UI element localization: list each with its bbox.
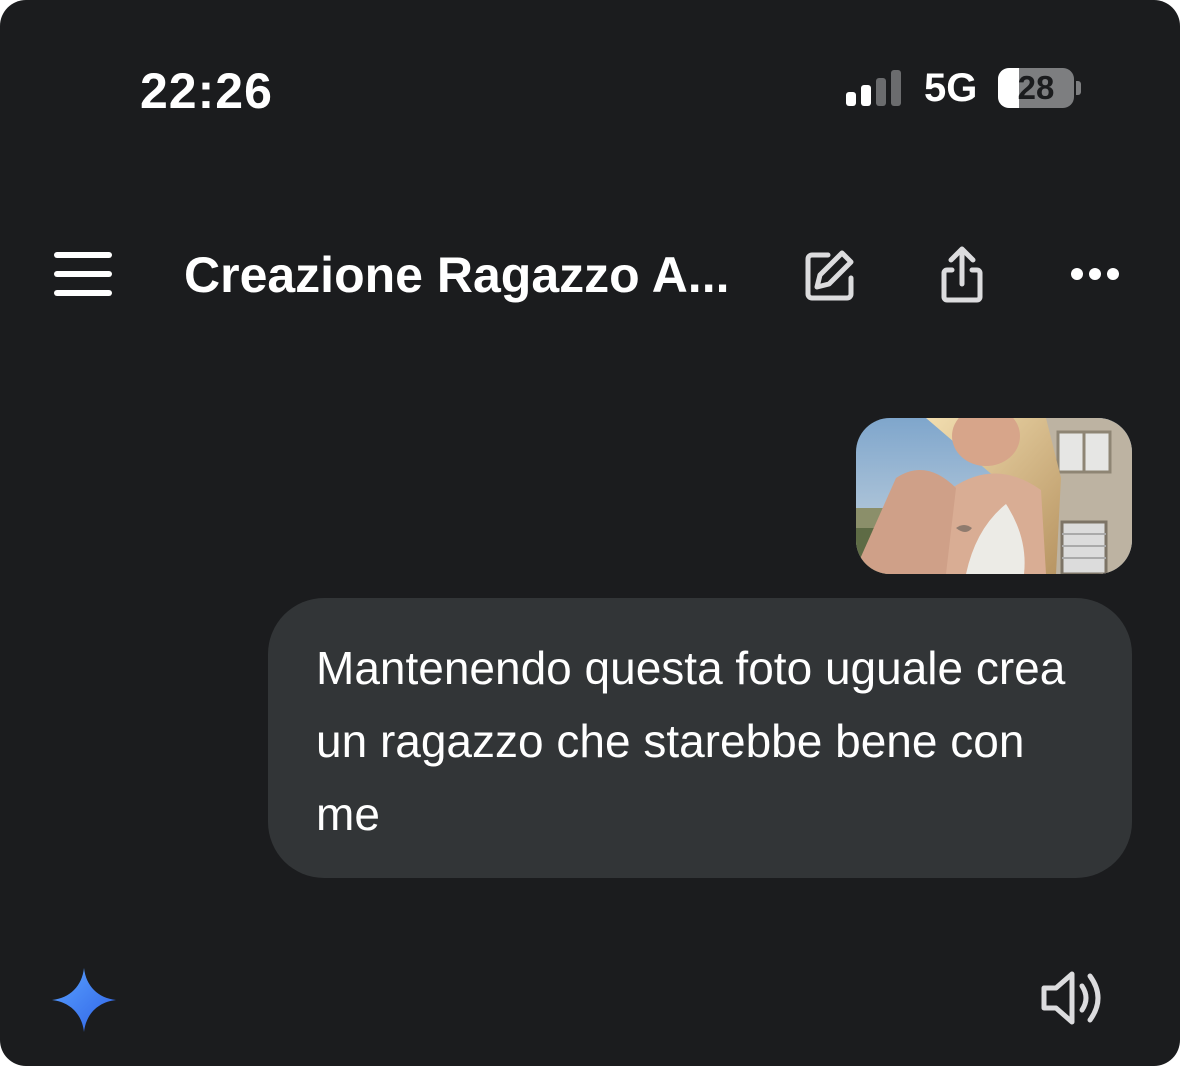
signal-bar: [876, 78, 886, 106]
user-message-text: Mantenendo questa foto uguale crea un ra…: [316, 642, 1066, 840]
chat-title[interactable]: Creazione Ragazzo A...: [184, 246, 729, 304]
app-screen: 22:26 5G 28 Creazione Ragazzo A... Mante…: [0, 0, 1180, 1066]
menu-icon[interactable]: [52, 250, 114, 298]
more-options-icon[interactable]: [1064, 244, 1128, 308]
battery-percent: 28: [1017, 69, 1055, 106]
status-time: 22:26: [140, 63, 273, 119]
signal-bar: [846, 92, 856, 106]
network-type: 5G: [924, 66, 978, 110]
attached-photo[interactable]: [856, 418, 1132, 574]
gemini-sparkle-icon: [52, 968, 116, 1032]
user-message-bubble[interactable]: Mantenendo questa foto uguale crea un ra…: [268, 598, 1132, 878]
speaker-icon[interactable]: [1036, 964, 1108, 1032]
edit-icon[interactable]: [798, 244, 862, 308]
signal-bar: [891, 70, 901, 106]
signal-bar: [861, 85, 871, 106]
battery-icon: 28: [998, 68, 1082, 108]
signal-icon: [846, 70, 906, 106]
share-icon[interactable]: [930, 244, 994, 308]
